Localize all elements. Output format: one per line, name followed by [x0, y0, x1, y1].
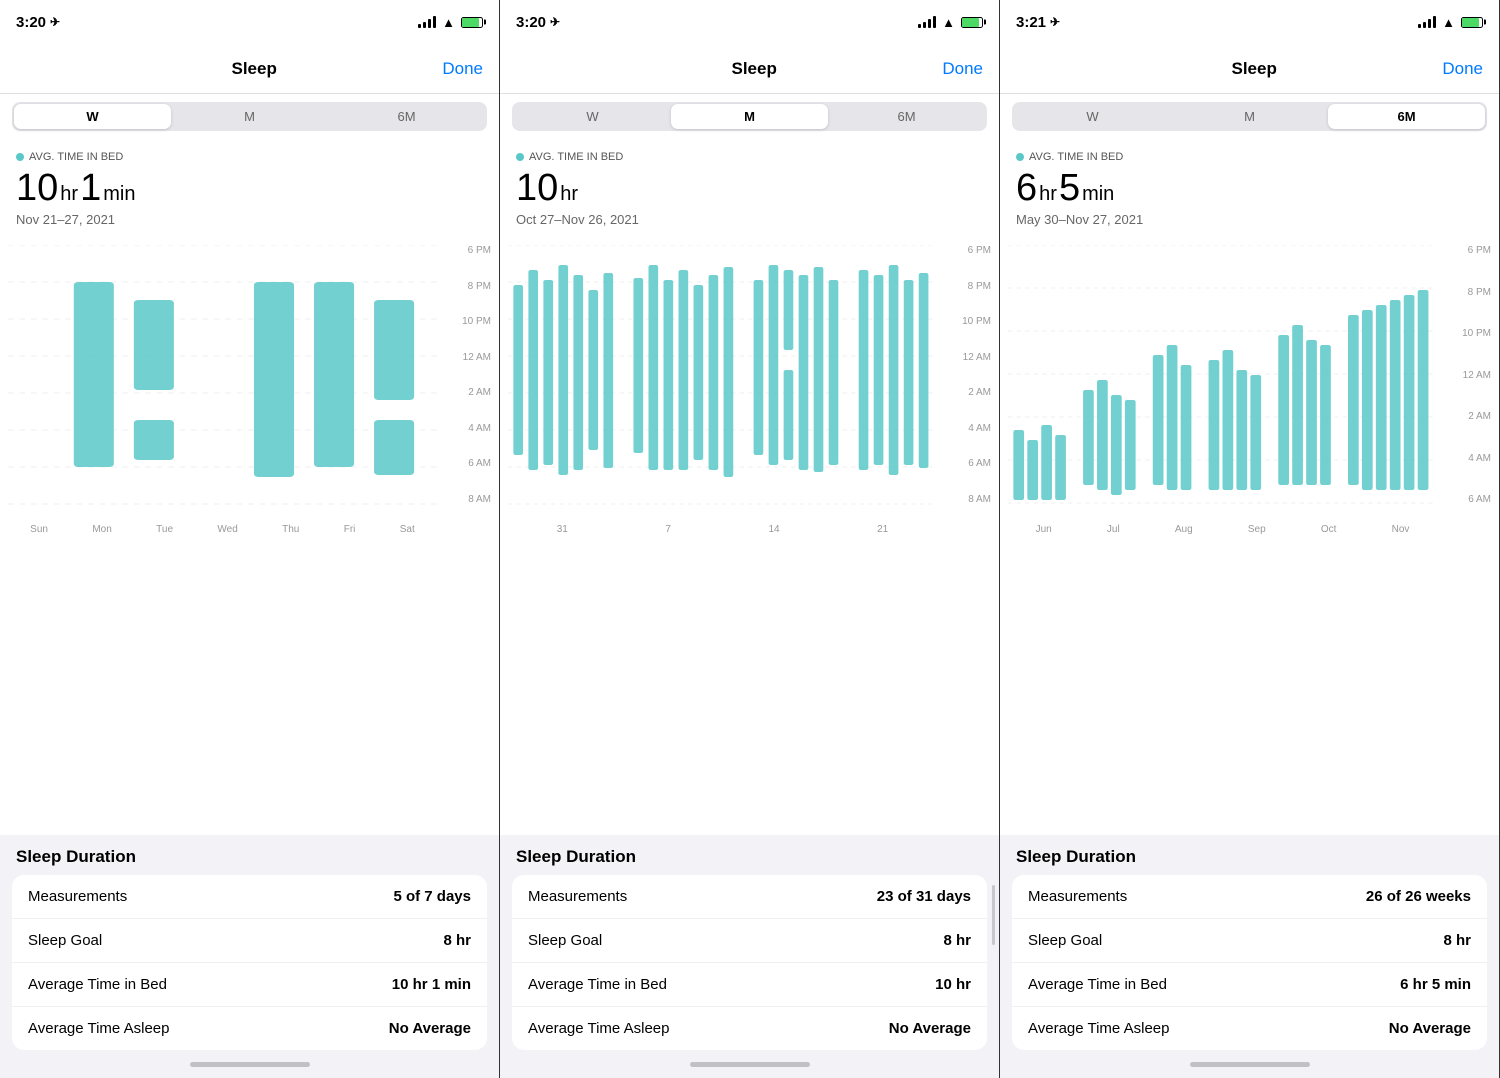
teal-dot-1	[16, 153, 24, 161]
status-bar-3: 3:21 ✈ ▲	[1000, 0, 1499, 44]
home-indicator-2	[500, 1050, 999, 1078]
location-icon-2: ✈	[550, 15, 560, 29]
stat-row-goal-2: Sleep Goal 8 hr	[512, 919, 987, 963]
metric-section-1: AVG. TIME IN BED 10hr 1min Nov 21–27, 20…	[0, 139, 499, 237]
stat-row-avg-sleep-2: Average Time Asleep No Average	[512, 1007, 987, 1050]
signal-3	[1418, 16, 1436, 28]
stats-card-3: Measurements 26 of 26 weeks Sleep Goal 8…	[1012, 875, 1487, 1050]
location-icon-3: ✈	[1050, 15, 1060, 29]
stat-row-goal-3: Sleep Goal 8 hr	[1012, 919, 1487, 963]
metric-section-2: AVG. TIME IN BED 10hr Oct 27–Nov 26, 202…	[500, 139, 999, 237]
x-axis-2: 31 7 14 21	[508, 505, 937, 535]
done-button-3[interactable]: Done	[1442, 59, 1483, 79]
y-axis-2: 6 PM 8 PM 10 PM 12 AM 2 AM 4 AM 6 AM 8 A…	[941, 245, 991, 505]
home-bar-3	[1190, 1062, 1310, 1067]
section-title-1: Sleep Duration	[0, 847, 499, 875]
stat-row-goal-1: Sleep Goal 8 hr	[12, 919, 487, 963]
teal-dot-2	[516, 153, 524, 161]
chart-area-3: 6 PM 8 PM 10 PM 12 AM 2 AM 4 AM 6 AM	[1000, 237, 1499, 835]
location-icon-1: ✈	[50, 15, 60, 29]
stat-row-avg-bed-2: Average Time in Bed 10 hr	[512, 963, 987, 1007]
segment-m-3[interactable]: M	[1171, 104, 1328, 129]
stat-row-avg-sleep-1: Average Time Asleep No Average	[12, 1007, 487, 1050]
x-axis-1: Sun Mon Tue Wed Thu Fri Sat	[8, 505, 437, 535]
chart-area-2: 6 PM 8 PM 10 PM 12 AM 2 AM 4 AM 6 AM 8 A…	[500, 237, 999, 835]
date-range-3: May 30–Nov 27, 2021	[1016, 212, 1483, 227]
nav-bar-1: Sleep Done	[0, 44, 499, 94]
panel-week: 3:20 ✈ ▲ Sleep Done W M 6M	[0, 0, 500, 1078]
segment-control-2: W M 6M	[500, 94, 999, 139]
avg-label-3: AVG. TIME IN BED	[1016, 151, 1483, 163]
teal-dot-3	[1016, 153, 1024, 161]
date-range-1: Nov 21–27, 2021	[16, 212, 483, 227]
status-bar-1: 3:20 ✈ ▲	[0, 0, 499, 44]
stat-row-avg-bed-1: Average Time in Bed 10 hr 1 min	[12, 963, 487, 1007]
segment-w-1[interactable]: W	[14, 104, 171, 129]
x-axis-3: Jun Jul Aug Sep Oct Nov	[1008, 505, 1437, 535]
stat-row-measurements-2: Measurements 23 of 31 days	[512, 875, 987, 919]
segment-6m-2[interactable]: 6M	[828, 104, 985, 129]
done-button-1[interactable]: Done	[442, 59, 483, 79]
segment-m-2[interactable]: M	[671, 104, 828, 129]
signal-1	[418, 16, 436, 28]
section-title-3: Sleep Duration	[1000, 847, 1499, 875]
y-axis-3: 6 PM 8 PM 10 PM 12 AM 2 AM 4 AM 6 AM	[1441, 245, 1491, 505]
stats-card-1: Measurements 5 of 7 days Sleep Goal 8 hr…	[12, 875, 487, 1050]
chart-bars-1	[8, 245, 437, 505]
panel-month: 3:20 ✈ ▲ Sleep Done W M 6M	[500, 0, 1000, 1078]
sleep-duration-3: Sleep Duration Measurements 26 of 26 wee…	[1000, 835, 1499, 1050]
wifi-icon-2: ▲	[942, 15, 955, 30]
nav-bar-3: Sleep Done	[1000, 44, 1499, 94]
section-title-2: Sleep Duration	[500, 847, 999, 875]
date-range-2: Oct 27–Nov 26, 2021	[516, 212, 983, 227]
nav-title-3: Sleep	[1232, 59, 1277, 79]
chart-bars-3	[1008, 245, 1437, 505]
segment-m-1[interactable]: M	[171, 104, 328, 129]
nav-bar-2: Sleep Done	[500, 44, 999, 94]
big-value-3: 6hr 5min	[1016, 167, 1483, 210]
stat-row-measurements-3: Measurements 26 of 26 weeks	[1012, 875, 1487, 919]
segment-control-3: W M 6M	[1000, 94, 1499, 139]
big-value-1: 10hr 1min	[16, 167, 483, 210]
avg-label-1: AVG. TIME IN BED	[16, 151, 483, 163]
stat-row-avg-bed-3: Average Time in Bed 6 hr 5 min	[1012, 963, 1487, 1007]
status-bar-2: 3:20 ✈ ▲	[500, 0, 999, 44]
y-axis-1: 6 PM 8 PM 10 PM 12 AM 2 AM 4 AM 6 AM 8 A…	[441, 245, 491, 505]
scrollbar-2[interactable]	[992, 885, 995, 945]
home-bar-2	[690, 1062, 810, 1067]
stat-row-avg-sleep-3: Average Time Asleep No Average	[1012, 1007, 1487, 1050]
segment-w-3[interactable]: W	[1014, 104, 1171, 129]
home-indicator-3	[1000, 1050, 1499, 1078]
chart-area-1: 6 PM 8 PM 10 PM 12 AM 2 AM 4 AM 6 AM 8 A…	[0, 237, 499, 835]
panel-6month: 3:21 ✈ ▲ Sleep Done W M 6M	[1000, 0, 1500, 1078]
nav-title-2: Sleep	[732, 59, 777, 79]
time-1: 3:20	[16, 14, 46, 31]
sleep-duration-1: Sleep Duration Measurements 5 of 7 days …	[0, 835, 499, 1050]
avg-label-2: AVG. TIME IN BED	[516, 151, 983, 163]
time-2: 3:20	[516, 14, 546, 31]
home-bar-1	[190, 1062, 310, 1067]
battery-icon-1	[461, 17, 483, 28]
time-3: 3:21	[1016, 14, 1046, 31]
battery-icon-2	[961, 17, 983, 28]
big-value-2: 10hr	[516, 167, 983, 210]
stat-row-measurements-1: Measurements 5 of 7 days	[12, 875, 487, 919]
sleep-duration-2: Sleep Duration Measurements 23 of 31 day…	[500, 835, 999, 1050]
metric-section-3: AVG. TIME IN BED 6hr 5min May 30–Nov 27,…	[1000, 139, 1499, 237]
done-button-2[interactable]: Done	[942, 59, 983, 79]
wifi-icon-3: ▲	[1442, 15, 1455, 30]
segment-6m-3[interactable]: 6M	[1328, 104, 1485, 129]
battery-icon-3	[1461, 17, 1483, 28]
chart-bars-2	[508, 245, 937, 505]
home-indicator-1	[0, 1050, 499, 1078]
wifi-icon-1: ▲	[442, 15, 455, 30]
nav-title-1: Sleep	[232, 59, 277, 79]
segment-6m-1[interactable]: 6M	[328, 104, 485, 129]
segment-w-2[interactable]: W	[514, 104, 671, 129]
signal-2	[918, 16, 936, 28]
segment-control-1: W M 6M	[0, 94, 499, 139]
stats-card-2: Measurements 23 of 31 days Sleep Goal 8 …	[512, 875, 987, 1050]
